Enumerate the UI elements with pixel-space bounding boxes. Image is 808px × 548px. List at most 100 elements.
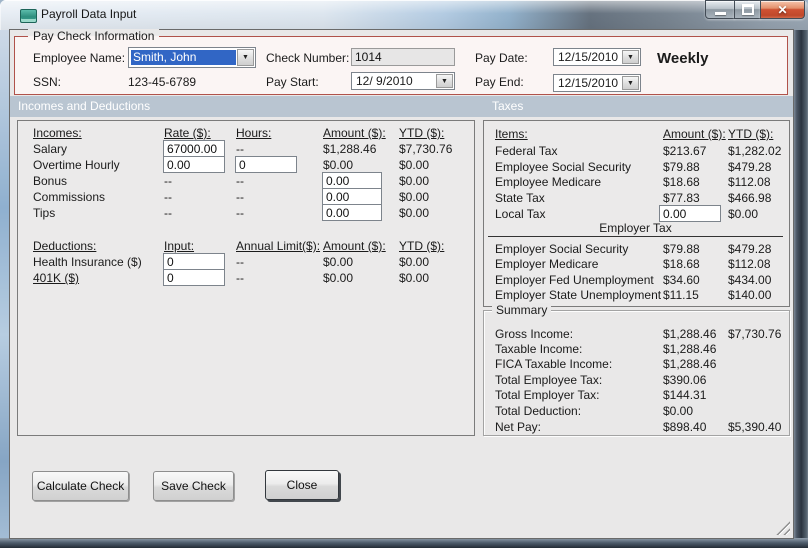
local-tax-input[interactable] bbox=[659, 205, 721, 222]
ssn-label: SSN: bbox=[33, 75, 62, 89]
close-window-button[interactable]: ✕ bbox=[760, 0, 805, 19]
amount-header: Amount ($): bbox=[663, 127, 726, 141]
client-area: Pay Check Information Employee Name: Smi… bbox=[10, 29, 793, 538]
row-label: Taxable Income: bbox=[495, 342, 583, 356]
annual-limit-header: Annual Limit($): bbox=[236, 239, 321, 253]
deductions-header-row: Deductions: Input: Annual Limit($): Amou… bbox=[18, 238, 474, 254]
ytd-value: $140.00 bbox=[728, 288, 772, 302]
income-row-bonus: Bonus -- -- $0.00 bbox=[18, 172, 474, 189]
hours-value: -- bbox=[236, 190, 244, 204]
pay-start-label: Pay Start: bbox=[266, 75, 319, 89]
close-icon: ✕ bbox=[777, 2, 788, 17]
ytd-value: $479.28 bbox=[728, 242, 772, 256]
pay-end-label: Pay End: bbox=[475, 75, 524, 89]
401k-input[interactable] bbox=[163, 269, 225, 286]
amount-value: $1,288.46 bbox=[663, 342, 717, 356]
calculate-check-button[interactable]: Calculate Check bbox=[32, 471, 129, 501]
minimize-button[interactable] bbox=[705, 0, 735, 19]
window-border-left bbox=[0, 30, 10, 538]
row-label: Salary bbox=[33, 142, 68, 156]
row-label: State Tax bbox=[495, 191, 545, 205]
amount-value: $0.00 bbox=[323, 255, 354, 269]
maximize-icon bbox=[741, 4, 754, 15]
ytd-value: $0.00 bbox=[399, 158, 430, 172]
resize-grip[interactable] bbox=[776, 521, 790, 535]
ytd-value: $5,390.40 bbox=[728, 420, 782, 434]
taxes-header-row: Items: Amount ($): YTD ($): bbox=[484, 126, 789, 142]
payroll-window: Payroll Data Input ✕ Pay Check Informati… bbox=[0, 0, 808, 548]
row-label: Tips bbox=[33, 206, 56, 220]
pay-date-label: Pay Date: bbox=[475, 51, 528, 65]
hours-value: -- bbox=[236, 174, 244, 188]
row-label: Employer State Unemployment bbox=[495, 288, 662, 302]
summary-row-gross-income: Gross Income: $1,288.46 $7,730.76 bbox=[484, 326, 789, 342]
employee-name-value: Smith, John bbox=[131, 50, 236, 65]
tax-row-employee-social-security: Employee Social Security $79.88 $479.28 bbox=[484, 159, 789, 175]
row-label: Total Employee Tax: bbox=[495, 373, 603, 387]
overtime-hours-input[interactable] bbox=[235, 156, 297, 173]
amount-value: $18.68 bbox=[663, 257, 700, 271]
ytd-value: $0.00 bbox=[728, 207, 759, 221]
row-label: Total Deduction: bbox=[495, 404, 582, 418]
pay-end-picker[interactable]: 12/15/2010 ▼ bbox=[553, 74, 641, 92]
rate-value: -- bbox=[164, 206, 172, 220]
amount-value: $34.60 bbox=[663, 273, 700, 287]
maximize-button[interactable] bbox=[734, 0, 761, 19]
pay-start-picker[interactable]: 12/ 9/2010 ▼ bbox=[351, 72, 455, 90]
incomes-deductions-section-title: Incomes and Deductions bbox=[18, 99, 151, 113]
row-label: Employer Social Security bbox=[495, 242, 629, 256]
summary-label: Summary bbox=[492, 303, 552, 317]
amount-value: $79.88 bbox=[663, 160, 700, 174]
tax-row-employer-state-unemployment: Employer State Unemployment $11.15 $140.… bbox=[484, 287, 789, 303]
tax-row-local: Local Tax $0.00 bbox=[484, 205, 789, 222]
row-label: FICA Taxable Income: bbox=[495, 357, 613, 371]
annual-limit-value: -- bbox=[236, 271, 244, 285]
annual-limit-value: -- bbox=[236, 255, 244, 269]
dropdown-arrow-icon[interactable]: ▼ bbox=[622, 50, 639, 64]
row-label: Bonus bbox=[33, 174, 68, 188]
health-insurance-input[interactable] bbox=[163, 253, 225, 270]
ytd-value: $434.00 bbox=[728, 273, 772, 287]
row-label: Employee Medicare bbox=[495, 175, 602, 189]
bonus-amount-input[interactable] bbox=[322, 172, 382, 189]
incomes-header: Incomes: bbox=[33, 126, 82, 140]
income-row-tips: Tips -- -- $0.00 bbox=[18, 204, 474, 221]
save-check-button[interactable]: Save Check bbox=[153, 471, 234, 501]
row-label: Health Insurance ($) bbox=[33, 255, 142, 269]
ytd-value: $0.00 bbox=[399, 255, 430, 269]
amount-value: $0.00 bbox=[663, 404, 694, 418]
overtime-rate-input[interactable] bbox=[163, 156, 225, 173]
check-number-input[interactable] bbox=[351, 48, 455, 66]
pay-date-picker[interactable]: 12/15/2010 ▼ bbox=[553, 48, 641, 66]
tax-row-employer-fed-unemployment: Employer Fed Unemployment $34.60 $434.00 bbox=[484, 272, 789, 288]
summary-row-total-deduction: Total Deduction: $0.00 bbox=[484, 403, 789, 419]
ytd-value: $112.08 bbox=[728, 175, 771, 189]
section-header-bar: Incomes and Deductions Taxes bbox=[10, 96, 793, 117]
amount-value: $1,288.46 bbox=[663, 357, 717, 371]
amount-value: $898.40 bbox=[663, 420, 707, 434]
dropdown-arrow-icon[interactable]: ▼ bbox=[436, 74, 453, 88]
hours-value: -- bbox=[236, 142, 244, 156]
amount-value: $77.83 bbox=[663, 191, 700, 205]
row-label: Commissions bbox=[33, 190, 106, 204]
hours-header: Hours: bbox=[236, 126, 272, 140]
close-button[interactable]: Close bbox=[265, 470, 339, 500]
title-bar[interactable]: Payroll Data Input bbox=[0, 0, 808, 31]
ytd-value: $7,730.76 bbox=[728, 327, 782, 341]
dropdown-arrow-icon[interactable]: ▼ bbox=[622, 76, 639, 90]
salary-rate-input[interactable] bbox=[163, 140, 225, 157]
summary-row-total-employee-tax: Total Employee Tax: $390.06 bbox=[484, 372, 789, 388]
dropdown-arrow-icon[interactable]: ▼ bbox=[237, 49, 254, 66]
commissions-amount-input[interactable] bbox=[322, 188, 382, 205]
tips-amount-input[interactable] bbox=[322, 204, 382, 221]
employee-name-combobox[interactable]: Smith, John ▼ bbox=[128, 47, 256, 68]
amount-value: $144.31 bbox=[663, 388, 707, 402]
taxes-section-title: Taxes bbox=[492, 99, 524, 113]
amount-value: $79.88 bbox=[663, 242, 700, 256]
minimize-icon bbox=[714, 11, 726, 15]
amount-value: $1,288.46 bbox=[663, 327, 717, 341]
summary-row-fica-taxable-income: FICA Taxable Income: $1,288.46 bbox=[484, 356, 789, 372]
employee-name-label: Employee Name: bbox=[33, 51, 126, 65]
summary-row-net-pay: Net Pay: $898.40 $5,390.40 bbox=[484, 419, 789, 435]
pay-check-information-group: Pay Check Information Employee Name: Smi… bbox=[14, 29, 788, 95]
